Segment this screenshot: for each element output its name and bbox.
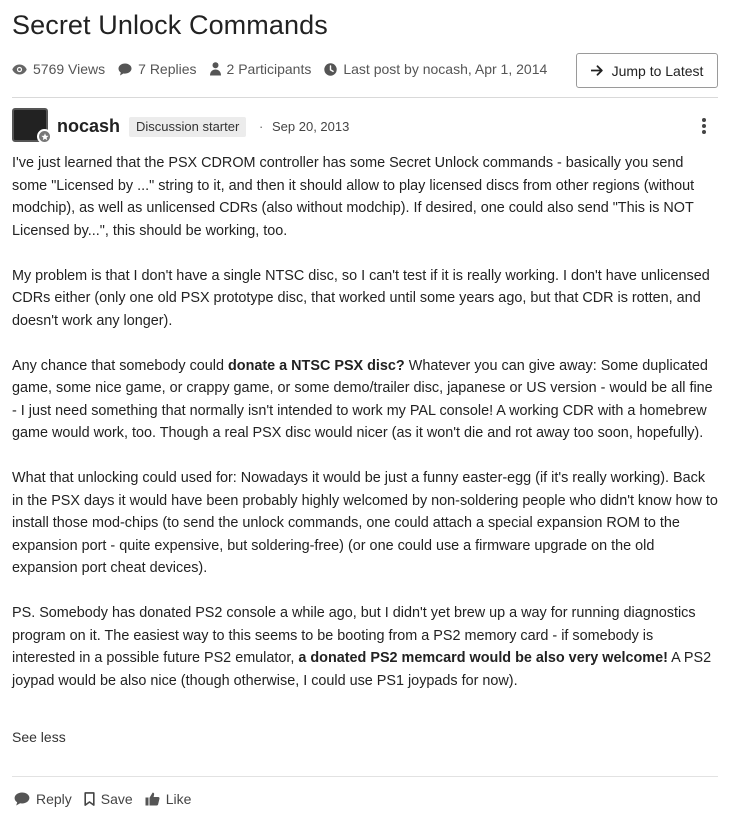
speech-bubble-icon <box>118 63 132 75</box>
clock-icon <box>324 62 338 76</box>
header-divider <box>12 97 718 98</box>
post-paragraph: My problem is that I don't have a single… <box>12 267 710 329</box>
see-less-link[interactable]: See less <box>12 729 66 745</box>
post-actions: Reply Save Like <box>14 791 203 807</box>
thread-meta: 5769 Views 7 Replies 2 Participants Last… <box>12 61 560 77</box>
like-button[interactable]: Like <box>145 791 192 807</box>
post-paragraph: What that unlocking could used for: Nowa… <box>12 470 718 576</box>
save-label: Save <box>100 791 133 807</box>
last-post-stat: Last post by nocash, Apr 1, 2014 <box>324 61 547 77</box>
person-icon <box>209 62 221 76</box>
last-post-text: Last post by nocash, Apr 1, 2014 <box>343 61 548 77</box>
replies-count: 7 Replies <box>138 61 197 77</box>
jump-to-latest-label: Jump to Latest <box>611 62 704 79</box>
reply-button[interactable]: Reply <box>14 791 72 807</box>
post-body: I've just learned that the PSX CDROM con… <box>12 152 718 715</box>
views-stat: 5769 Views <box>12 61 105 77</box>
post-text: Any chance that somebody could <box>12 357 228 374</box>
bookmark-icon <box>84 792 95 806</box>
participants-count: 2 Participants <box>226 61 312 77</box>
post-paragraph: Any chance that somebody could donate a … <box>12 355 718 445</box>
eye-icon <box>12 64 27 74</box>
like-label: Like <box>165 791 192 807</box>
arrow-right-icon <box>590 65 603 76</box>
jump-to-latest-button[interactable]: Jump to Latest <box>576 53 718 88</box>
post-bold-text: a donated PS2 memcard would be also very… <box>298 650 668 666</box>
post-date[interactable]: Sep 20, 2013 <box>272 119 349 134</box>
participants-stat: 2 Participants <box>209 61 312 77</box>
post-paragraph: PS. Somebody has donated PS2 console a w… <box>12 602 718 692</box>
reply-bubble-icon <box>14 792 30 806</box>
post-bold-text: donate a NTSC PSX disc? <box>228 357 405 374</box>
star-badge-icon <box>37 129 52 144</box>
actions-divider <box>12 776 718 777</box>
replies-stat: 7 Replies <box>118 61 197 77</box>
author-name[interactable]: nocash <box>57 116 120 137</box>
views-count: 5769 Views <box>33 61 106 77</box>
save-button[interactable]: Save <box>84 791 133 807</box>
thread-title: Secret Unlock Commands <box>12 10 328 40</box>
post-paragraph: I've just learned that the PSX CDROM con… <box>12 155 695 239</box>
meta-separator: · <box>259 119 264 134</box>
reply-label: Reply <box>36 791 72 807</box>
role-badge: Discussion starter <box>129 117 247 137</box>
thumbs-up-icon <box>145 792 160 806</box>
kebab-menu-icon[interactable] <box>696 116 712 136</box>
